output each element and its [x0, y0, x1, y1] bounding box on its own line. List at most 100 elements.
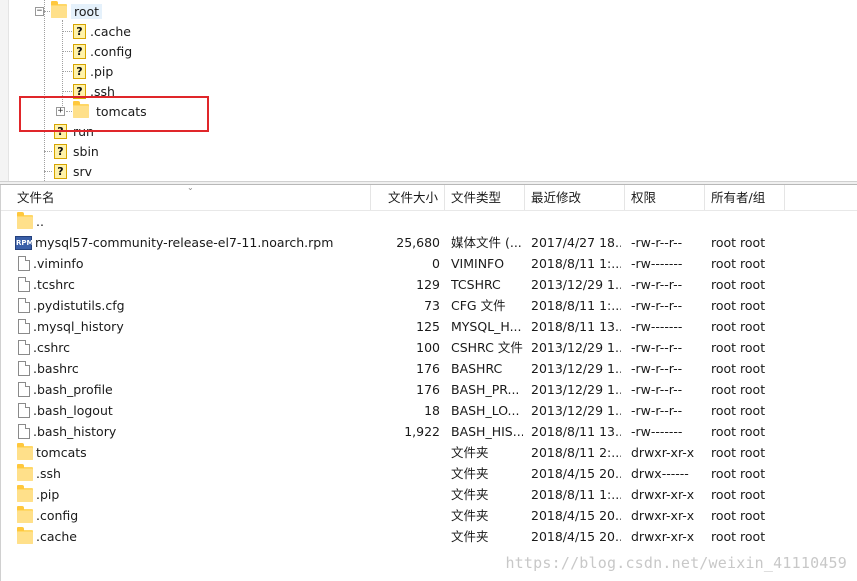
- table-row[interactable]: tomcats 文件夹 2018/8/11 2:... drwxr-xr-x root …: [1, 442, 857, 463]
- column-header-size[interactable]: 文件大小: [371, 185, 445, 210]
- file-type: CFG 文件: [451, 298, 506, 313]
- tree-item-label: srv: [73, 163, 93, 179]
- column-header-type[interactable]: 文件类型: [445, 185, 525, 210]
- table-row[interactable]: .ssh 文件夹 2018/4/15 20... drwx------ root roo…: [1, 463, 857, 484]
- column-header-permissions[interactable]: 权限: [625, 185, 705, 210]
- tree-connector: [44, 0, 45, 181]
- tree-item-root[interactable]: − root: [35, 1, 103, 21]
- file-name: .tcshrc: [33, 277, 75, 292]
- folder-icon: [17, 526, 33, 544]
- table-row[interactable]: .pip 文件夹 2018/8/11 1:... drwxr-xr-x root roo…: [1, 484, 857, 505]
- file-modified: 2013/12/29 1...: [531, 340, 621, 355]
- file-name: .bash_profile: [33, 382, 113, 397]
- file-permissions: -rw-r--r--: [631, 361, 683, 376]
- file-size: [370, 442, 440, 463]
- file-modified: 2013/12/29 1...: [531, 277, 621, 292]
- file-name: ..: [36, 214, 44, 229]
- file-type: [451, 211, 523, 232]
- file-name-cell: .pip: [15, 484, 370, 505]
- file-size: 25,680: [396, 235, 440, 250]
- file-type: BASH_PR...: [451, 382, 520, 397]
- file-modified: 2018/8/11 13...: [531, 319, 621, 334]
- tree-item-srv[interactable]: ? srv: [54, 161, 92, 181]
- table-row[interactable]: .viminfo 0 VIMINFO 2018/8/11 1:... -rw------…: [1, 253, 857, 274]
- tree-item-label: tomcats: [96, 103, 147, 119]
- file-modified: 2018/8/11 2:...: [531, 445, 621, 460]
- tree-item-sbin[interactable]: ? sbin: [54, 141, 99, 161]
- file-size: 18: [424, 403, 440, 418]
- file-type: VIMINFO: [451, 256, 505, 271]
- file-type: CSHRC 文件: [451, 340, 523, 355]
- folder-icon: [17, 505, 33, 523]
- file-size: 0: [432, 256, 440, 271]
- sort-indicator-icon: ⌄: [187, 185, 194, 192]
- remote-directory-tree: − root ? .cache ? .config ? .pip ? .ssh …: [0, 0, 857, 181]
- file-name: .mysql_history: [33, 319, 124, 334]
- table-row[interactable]: ..: [1, 211, 857, 232]
- file-modified: 2018/4/15 20...: [531, 466, 621, 481]
- table-row[interactable]: RPM mysql57-community-release-el7-11.noar…: [1, 232, 857, 253]
- file-icon: [18, 403, 30, 418]
- file-modified: 2013/12/29 1...: [531, 361, 621, 376]
- table-row[interactable]: .bashrc 176 BASHRC 2013/12/29 1... -rw-r--r-…: [1, 358, 857, 379]
- table-row[interactable]: .bash_history 1,922 BASH_HIS... 2018/8/11 1…: [1, 421, 857, 442]
- table-row[interactable]: .bash_profile 176 BASH_PR... 2013/12/29 1..…: [1, 379, 857, 400]
- table-row[interactable]: .mysql_history 125 MYSQL_H... 2018/8/11 13.…: [1, 316, 857, 337]
- file-icon: [18, 319, 30, 334]
- folder-icon: [17, 463, 33, 481]
- table-row[interactable]: .cache 文件夹 2018/4/15 20... drwxr-xr-x root r…: [1, 526, 857, 547]
- file-name: .pip: [36, 487, 60, 502]
- file-type: 文件夹: [451, 529, 489, 544]
- tree-connector: [62, 20, 63, 112]
- file-permissions: -rw-r--r--: [631, 235, 683, 250]
- file-size: 176: [416, 382, 440, 397]
- tree-connector: [62, 71, 72, 72]
- tree-item-config[interactable]: ? .config: [73, 41, 132, 61]
- file-icon: [18, 277, 30, 292]
- file-size: 176: [416, 361, 440, 376]
- table-row[interactable]: .bash_logout 18 BASH_LO... 2013/12/29 1... -…: [1, 400, 857, 421]
- file-permissions: -rw-r--r--: [631, 382, 683, 397]
- tree-connector: [44, 151, 52, 152]
- table-row[interactable]: .tcshrc 129 TCSHRC 2013/12/29 1... -rw-r--r-…: [1, 274, 857, 295]
- file-name: .pydistutils.cfg: [33, 298, 125, 313]
- file-permissions: -rw-r--r--: [631, 403, 683, 418]
- file-name-cell: .ssh: [15, 463, 370, 484]
- file-owner: root root: [711, 361, 766, 376]
- unknown-folder-icon: ?: [73, 63, 86, 79]
- file-size: [370, 505, 440, 526]
- tree-item-ssh[interactable]: ? .ssh: [73, 81, 115, 101]
- file-permissions: drwxr-xr-x: [631, 445, 695, 460]
- file-name: .bashrc: [33, 361, 79, 376]
- file-size: [370, 484, 440, 505]
- tree-item-run[interactable]: ? run: [54, 121, 94, 141]
- tree-scrollbar[interactable]: [0, 0, 9, 181]
- table-row[interactable]: .cshrc 100 CSHRC 文件 2013/12/29 1... -rw-r--r…: [1, 337, 857, 358]
- tree-item-label: .pip: [90, 63, 114, 79]
- file-list-header: 文件名 文件大小 文件类型 最近修改 权限 所有者/组 ⌄: [1, 185, 857, 211]
- tree-item-tomcats[interactable]: + tomcats: [56, 101, 147, 121]
- file-modified: 2018/8/11 13...: [531, 424, 621, 439]
- tree-item-cache[interactable]: ? .cache: [73, 21, 131, 41]
- watermark: https://blog.csdn.net/weixin_41110459: [505, 554, 847, 572]
- table-row[interactable]: .config 文件夹 2018/4/15 20... drwxr-xr-x root …: [1, 505, 857, 526]
- unknown-folder-icon: ?: [73, 83, 86, 99]
- table-row[interactable]: .pydistutils.cfg 73 CFG 文件 2018/8/11 1:... -…: [1, 295, 857, 316]
- expand-toggle-icon[interactable]: +: [56, 106, 65, 116]
- file-permissions: -rw-------: [631, 256, 683, 271]
- file-owner: root root: [711, 445, 766, 460]
- file-owner: root root: [711, 277, 766, 292]
- collapse-toggle-icon[interactable]: −: [35, 6, 44, 16]
- file-type: 媒体文件 (...: [451, 235, 522, 250]
- file-name-cell: .pydistutils.cfg: [15, 295, 370, 316]
- column-header-owner[interactable]: 所有者/组: [705, 185, 785, 210]
- tree-item-pip[interactable]: ? .pip: [73, 61, 113, 81]
- file-modified: 2013/12/29 1...: [531, 403, 621, 418]
- file-name: tomcats: [36, 445, 87, 460]
- column-header-modified[interactable]: 最近修改: [525, 185, 625, 210]
- file-permissions: drwxr-xr-x: [631, 529, 695, 544]
- file-owner: root root: [711, 466, 766, 481]
- file-name-cell: .bash_profile: [15, 379, 370, 400]
- file-icon: [18, 256, 30, 271]
- file-name-cell: .tcshrc: [15, 274, 370, 295]
